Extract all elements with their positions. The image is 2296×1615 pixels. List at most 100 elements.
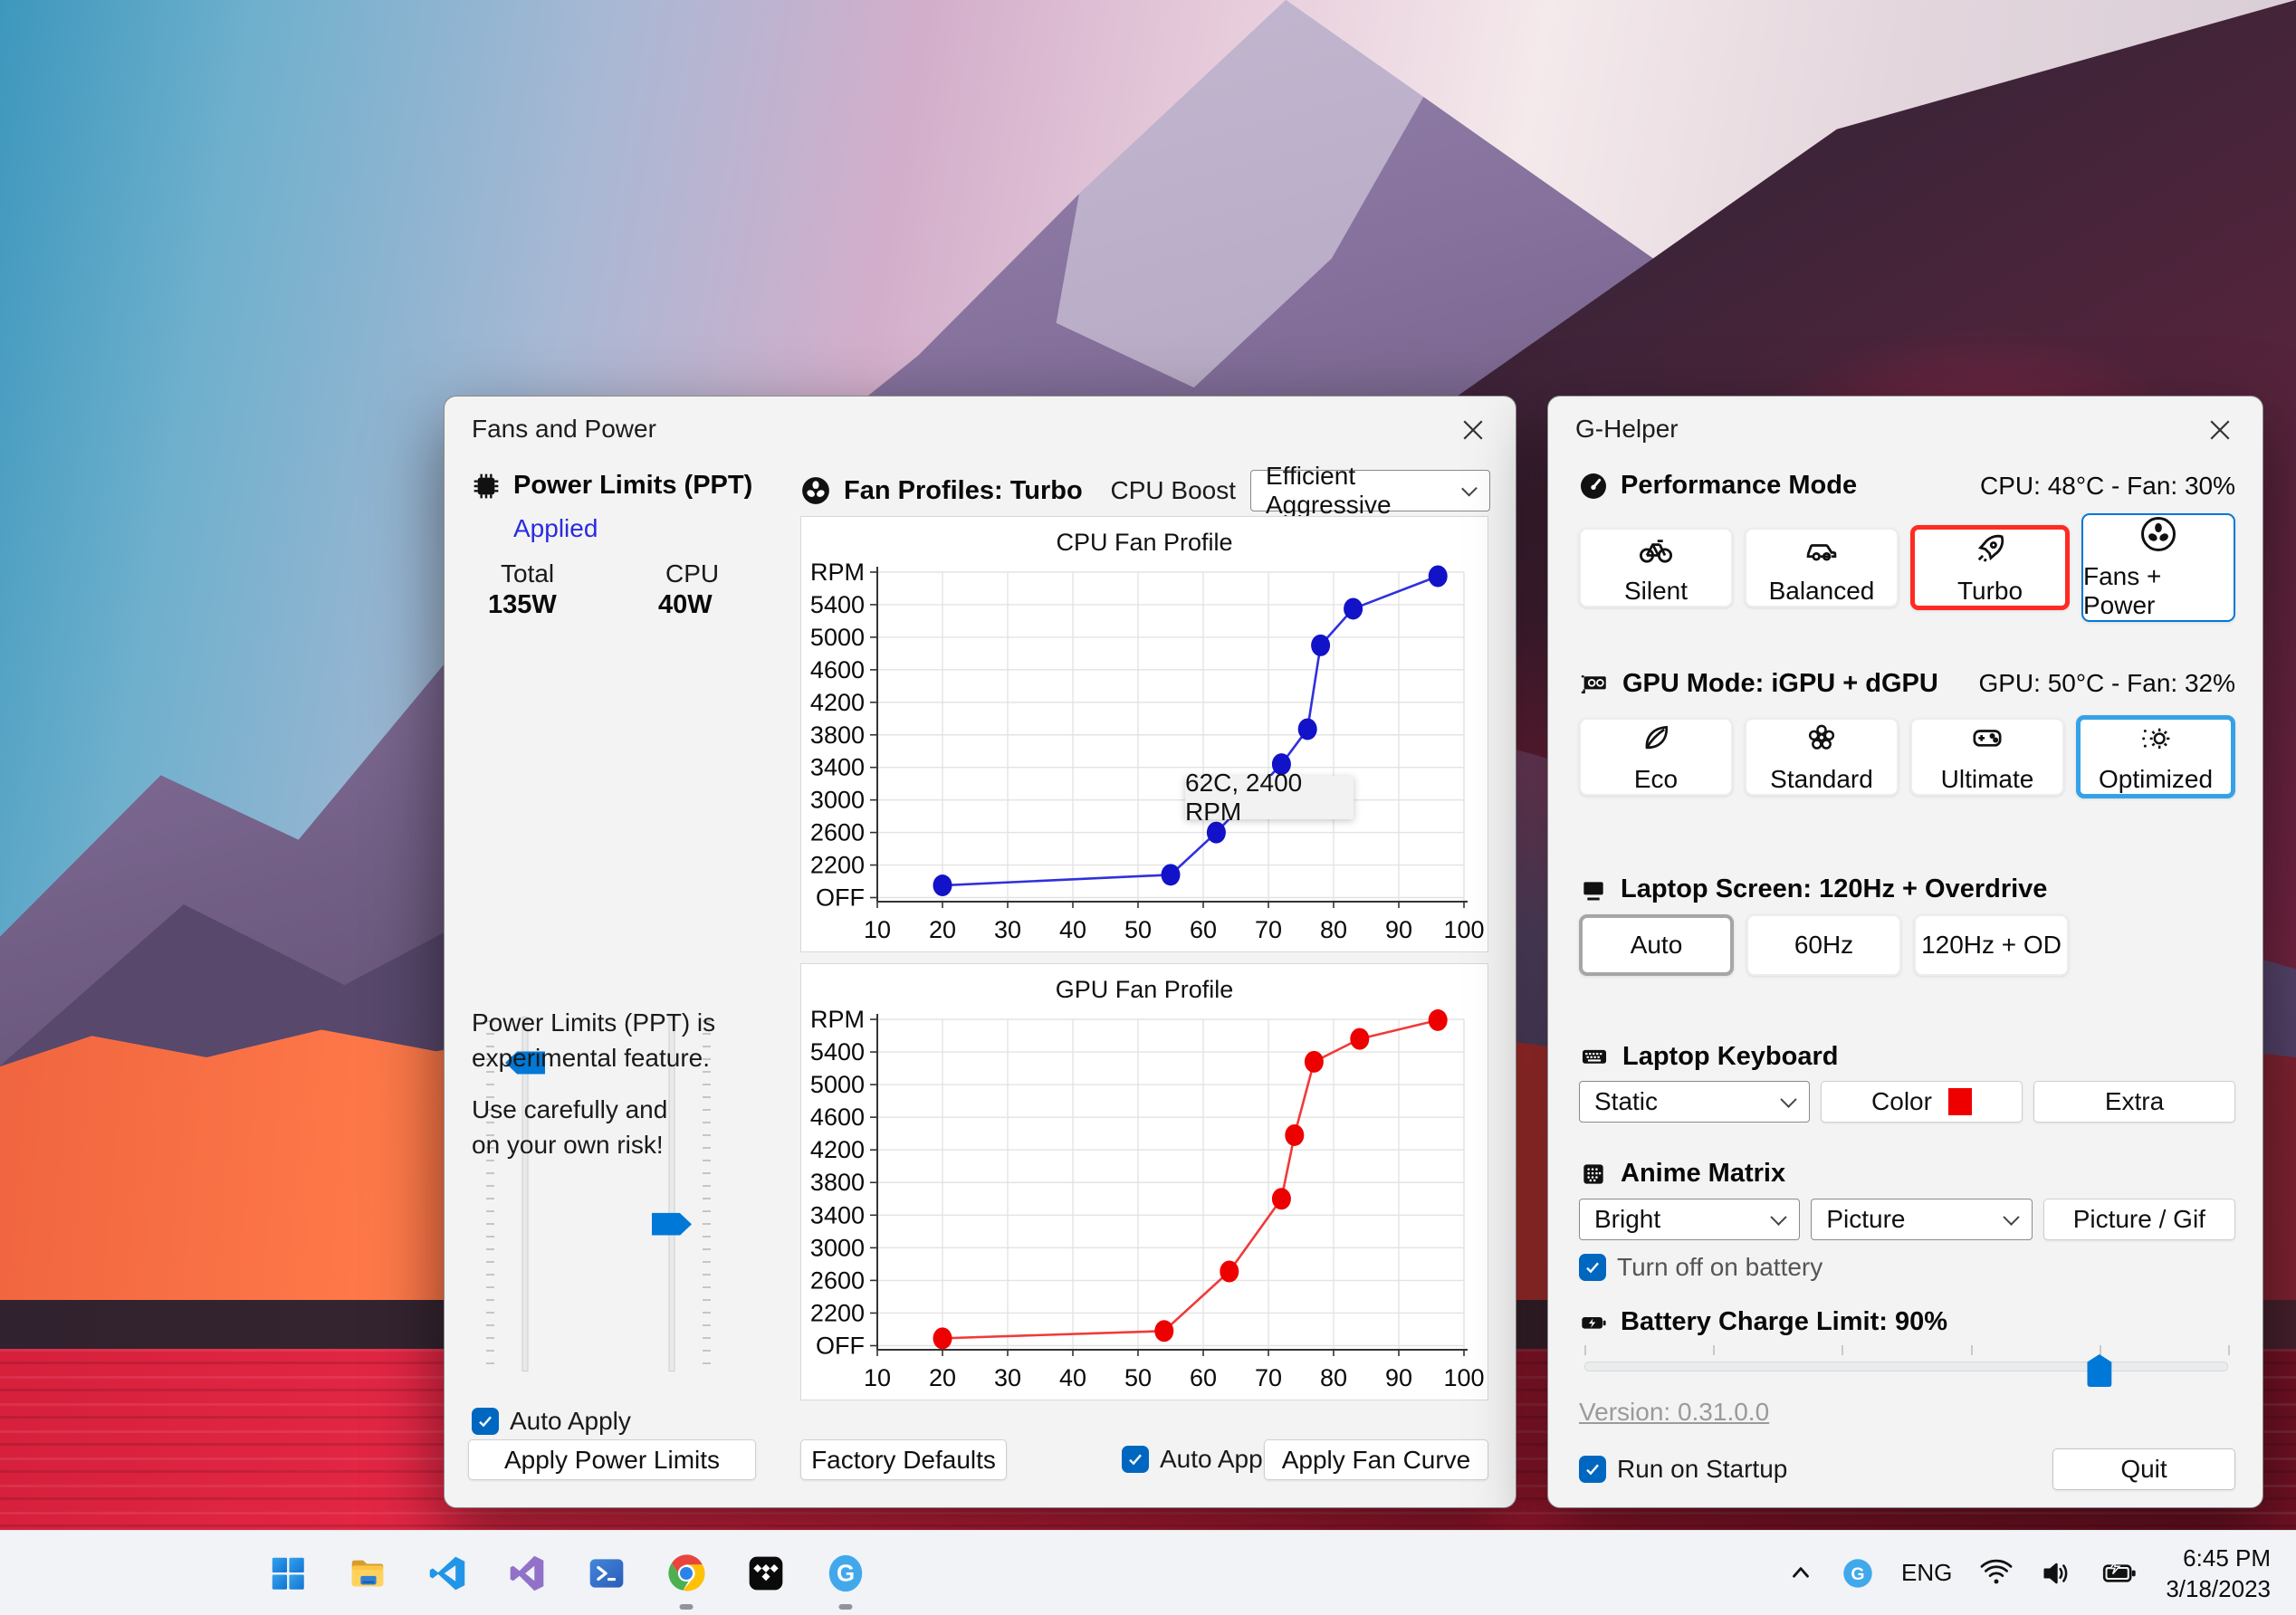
check-icon	[1129, 1454, 1142, 1466]
optimized-mode-button[interactable]: Optimized	[2076, 715, 2235, 798]
fan-icon	[2141, 517, 2176, 551]
keyboard-extra-button[interactable]: Extra	[2033, 1081, 2235, 1123]
auto-apply-power-checkbox[interactable]	[472, 1408, 499, 1435]
screen-auto-button[interactable]: Auto	[1579, 914, 1734, 976]
cpu-fan-profile-chart[interactable]: 62C, 2400 RPM CPU Fan Profile OFF 2200 2600…	[800, 516, 1488, 952]
gpu-fan-profile-chart[interactable]: GPU Fan Profile OFF 2200 2600 3000 3400 3800 42…	[800, 963, 1488, 1400]
svg-text:90: 90	[1385, 1364, 1412, 1391]
powershell-icon	[589, 1559, 624, 1588]
svg-text:100: 100	[1443, 1364, 1484, 1391]
gpu-header: GPU Mode: iGPU + dGPU	[1579, 668, 1938, 699]
screen-60hz-button[interactable]: 60Hz	[1746, 914, 1901, 976]
svg-text:40: 40	[1059, 1364, 1086, 1391]
power-limits-header: Power Limits (PPT)	[472, 471, 752, 501]
keyboard-controls-row: Static Color Extra	[1579, 1081, 2235, 1123]
svg-text:70: 70	[1255, 1364, 1282, 1391]
bicycle-icon	[1639, 540, 1673, 563]
fan-curve-tooltip: 62C, 2400 RPM	[1185, 769, 1354, 826]
speedometer-icon	[1581, 473, 1606, 499]
apply-fan-curve-button[interactable]: Apply Fan Curve	[1264, 1439, 1488, 1480]
svg-text:4600: 4600	[810, 656, 865, 683]
keyboard-color-button[interactable]: Color	[1821, 1081, 2023, 1123]
chevron-down-icon	[1780, 1090, 1797, 1108]
svg-text:5400: 5400	[810, 591, 865, 618]
svg-text:90: 90	[1385, 916, 1412, 943]
fans-power-button[interactable]: Fans + Power	[2081, 513, 2235, 622]
performance-header: Performance Mode	[1579, 471, 1857, 501]
file-explorer-icon	[351, 1560, 384, 1587]
auto-apply-curve-checkbox[interactable]	[1122, 1446, 1149, 1473]
wifi-icon[interactable]	[1979, 1556, 2014, 1591]
close-button[interactable]	[2199, 411, 2241, 449]
anime-brightness-value: Bright	[1594, 1205, 1661, 1233]
visual-studio-button[interactable]	[487, 1531, 567, 1615]
turn-off-on-battery-checkbox[interactable]	[1579, 1254, 1606, 1281]
performance-title: Performance Mode	[1621, 471, 1858, 500]
keyboard-mode-select[interactable]: Static	[1579, 1081, 1810, 1123]
svg-text:4600: 4600	[810, 1104, 865, 1131]
svg-text:3400: 3400	[810, 1201, 865, 1228]
language-indicator[interactable]: ENG	[1901, 1559, 1952, 1587]
ultimate-mode-button[interactable]: Ultimate	[1910, 718, 2064, 796]
svg-text:20: 20	[929, 1364, 956, 1391]
svg-text:3000: 3000	[810, 1234, 865, 1261]
tidal-icon	[749, 1556, 783, 1591]
tray-chevron-up-icon[interactable]	[1787, 1560, 1814, 1587]
eco-mode-button[interactable]: Eco	[1579, 718, 1733, 796]
tidal-button[interactable]	[726, 1531, 806, 1615]
anime-content-select[interactable]: Picture	[1811, 1199, 2033, 1240]
chrome-button[interactable]	[646, 1531, 726, 1615]
performance-mode-buttons: Silent Balanced Turbo Fans + Power	[1579, 513, 2235, 622]
slider-track[interactable]	[1584, 1362, 2228, 1371]
turn-off-on-battery-row: Turn off on battery	[1579, 1253, 1822, 1282]
screen-option-buttons: Auto 60Hz 120Hz + OD	[1579, 914, 2235, 976]
svg-text:5000: 5000	[810, 624, 865, 651]
svg-text:30: 30	[994, 1364, 1021, 1391]
svg-text:40: 40	[1059, 916, 1086, 943]
volume-icon[interactable]	[2041, 1556, 2075, 1591]
auto-apply-power-label: Auto Apply	[510, 1407, 631, 1435]
g-helper-button[interactable]: G	[806, 1531, 885, 1615]
battery-charge-slider[interactable]	[1584, 1345, 2230, 1390]
turbo-mode-button[interactable]: Turbo	[1910, 525, 2070, 610]
vscode-button[interactable]	[407, 1531, 487, 1615]
anime-brightness-select[interactable]: Bright	[1579, 1199, 1801, 1240]
svg-text:2200: 2200	[810, 852, 865, 879]
check-icon	[1586, 1464, 1599, 1476]
factory-defaults-button[interactable]: Factory Defaults	[800, 1439, 1007, 1480]
start-button[interactable]	[248, 1531, 328, 1615]
anime-picture-gif-button[interactable]: Picture / Gif	[2042, 1199, 2235, 1240]
svg-text:50: 50	[1124, 1364, 1152, 1391]
terminal-button[interactable]	[567, 1531, 646, 1615]
battery-header: Battery Charge Limit: 90%	[1579, 1307, 1947, 1337]
run-on-startup-checkbox[interactable]	[1579, 1456, 1606, 1483]
clock[interactable]: 6:45 PM 3/18/2023	[2166, 1543, 2271, 1604]
svg-text:CPU Fan Profile: CPU Fan Profile	[1056, 529, 1232, 556]
cpu-boost-select[interactable]: Efficient Aggressive	[1250, 462, 1490, 519]
apply-power-limits-button[interactable]: Apply Power Limits	[468, 1439, 756, 1480]
screen-120hz-od-button[interactable]: 120Hz + OD	[1914, 914, 2069, 976]
svg-text:5000: 5000	[810, 1071, 865, 1098]
version-link[interactable]: Version: 0.31.0.0	[1579, 1398, 1769, 1427]
quit-button[interactable]: Quit	[2052, 1448, 2235, 1490]
file-explorer-button[interactable]	[328, 1531, 407, 1615]
applied-link[interactable]: Applied	[513, 514, 598, 543]
battery-charge-slider-thumb[interactable]	[2087, 1354, 2112, 1387]
svg-text:20: 20	[929, 916, 956, 943]
g-helper-tray-icon[interactable]: G	[1842, 1557, 1874, 1590]
g-helper-icon: G	[828, 1554, 863, 1592]
flower-icon	[1808, 724, 1835, 750]
tray-date: 3/18/2023	[2166, 1574, 2271, 1602]
check-icon	[1586, 1262, 1599, 1274]
fans-and-power-window: Fans and Power Power Limits (PPT) Applie…	[444, 396, 1516, 1508]
silent-mode-button[interactable]: Silent	[1579, 528, 1733, 607]
close-button[interactable]	[1452, 411, 1494, 449]
balanced-mode-button[interactable]: Balanced	[1745, 528, 1899, 607]
fan-profiles-header: Fan Profiles: Turbo	[800, 475, 1083, 506]
svg-text:4200: 4200	[810, 1136, 865, 1163]
battery-charging-icon[interactable]	[2102, 1555, 2138, 1591]
ghelper-bottom-row: Run on Startup Quit	[1579, 1448, 2235, 1490]
cpu-power-slider-thumb[interactable]	[652, 1212, 692, 1236]
standard-mode-button[interactable]: Standard	[1745, 718, 1899, 796]
check-icon	[479, 1416, 492, 1428]
